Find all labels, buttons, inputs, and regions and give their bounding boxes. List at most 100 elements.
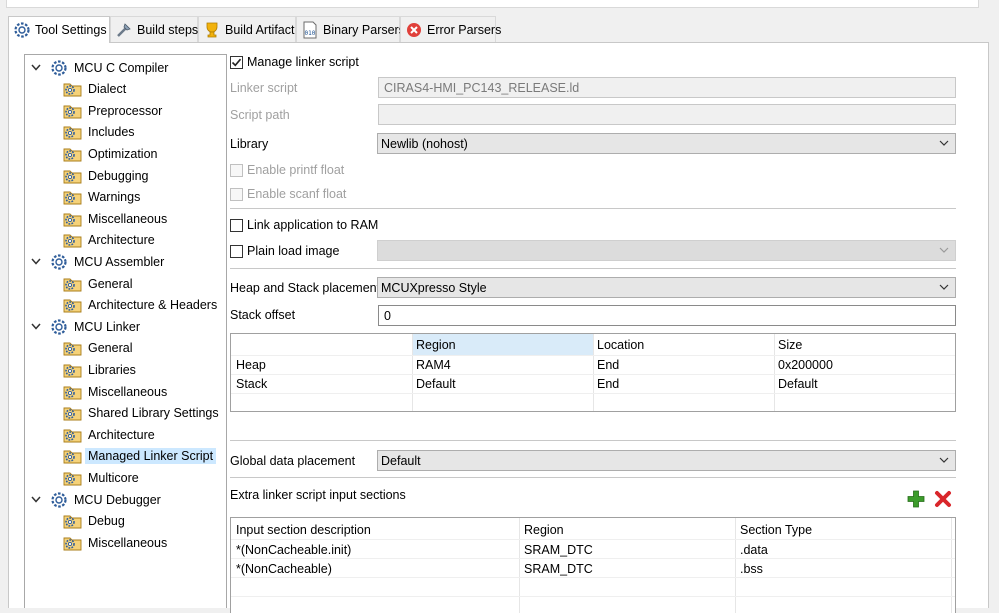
table-header-section-type[interactable]: Section Type [740,523,812,537]
manage-linker-script-checkbox[interactable]: Manage linker script [230,55,359,70]
script-path-field[interactable] [378,104,956,125]
build-steps-icon [115,20,133,40]
tree-node-mcu-linker[interactable]: MCU Linker [29,316,143,337]
settings-folder-icon [63,166,83,186]
tree-node-label: MCU Assembler [74,254,165,269]
table-header-region[interactable]: Region [524,523,564,537]
table-cell[interactable]: *(NonCacheable) [236,562,332,576]
settings-folder-icon [63,533,83,553]
gear-icon [49,252,69,272]
table-cell[interactable]: Default [778,377,818,391]
tab-error-parsers[interactable]: Error Parsers [400,16,501,42]
divider [230,208,956,209]
settings-folder-icon [63,274,83,294]
chevron-down-icon[interactable] [29,493,43,507]
library-select[interactable]: Newlib (nohost) [377,133,956,154]
table-cell[interactable]: 0x200000 [778,358,833,372]
checkbox-icon [230,245,243,259]
tool-settings-icon [13,20,31,40]
tree-node-label: MCU Debugger [74,492,161,507]
table-cell[interactable]: SRAM_DTC [524,543,593,557]
enable-printf-float-checkbox[interactable]: Enable printf float [230,163,344,178]
plain-load-image-label: Plain load image [247,244,340,258]
table-cell: Stack [236,377,268,391]
chevron-down-icon [939,245,949,255]
stack-offset-value: 0 [384,308,391,323]
tree-item-multicore[interactable]: Multicore [63,467,142,488]
tree-item-label: General [88,341,133,356]
tree-item-miscellaneous[interactable]: Miscellaneous [63,532,170,553]
settings-folder-icon [63,230,83,250]
table-header-input-section[interactable]: Input section description [236,523,371,537]
tree-item-architecture[interactable]: Architecture [63,424,158,445]
tree-node-mcu-c-compiler[interactable]: MCU C Compiler [29,57,171,78]
settings-folder-icon [63,338,83,358]
table-cell[interactable]: SRAM_DTC [524,562,593,576]
tree-item-libraries[interactable]: Libraries [63,359,139,380]
table-cell[interactable]: End [597,377,619,391]
settings-folder-icon [63,187,83,207]
global-data-placement-select[interactable]: Default [377,450,956,471]
stack-offset-input[interactable]: 0 [378,305,956,326]
tree-item-preprocessor[interactable]: Preprocessor [63,100,165,121]
gear-icon [49,58,69,78]
tab-binary-parsers[interactable]: 010 Binary Parsers [296,16,405,42]
tree-item-label: Debug [88,514,125,529]
tree-item-debug[interactable]: Debug [63,511,128,532]
plain-load-image-checkbox[interactable]: Plain load image [230,244,340,259]
heap-stack-placement-select[interactable]: MCUXpresso Style [377,277,956,298]
tree-item-shared-library-settings[interactable]: Shared Library Settings [63,403,222,424]
tab-build-artifact[interactable]: Build Artifact [198,16,296,42]
table-cell[interactable]: Default [416,377,456,391]
tree-item-general[interactable]: General [63,338,135,359]
tree-item-warnings[interactable]: Warnings [63,187,143,208]
tree-item-general[interactable]: General [63,273,135,294]
extra-sections-table[interactable]: Input section description Region Section… [230,517,956,613]
table-header-size[interactable]: Size [778,338,802,352]
link-to-ram-checkbox[interactable]: Link application to RAM [230,218,378,233]
tree-item-miscellaneous[interactable]: Miscellaneous [63,381,170,402]
add-section-button[interactable] [906,489,926,509]
tree-item-miscellaneous[interactable]: Miscellaneous [63,208,170,229]
tree-item-label: Miscellaneous [88,384,168,399]
tree-item-label: Warnings [88,190,141,205]
library-label: Library [230,137,269,151]
settings-folder-icon [63,468,83,488]
chevron-down-icon [939,455,949,465]
plain-load-image-select[interactable] [377,240,956,261]
heap-stack-placement-value: MCUXpresso Style [381,280,487,295]
build-artifact-icon [203,20,221,40]
chevron-down-icon[interactable] [29,320,43,334]
tab-build-steps[interactable]: Build steps [110,16,198,42]
tree-item-architecture[interactable]: Architecture [63,230,158,251]
tab-tool-settings[interactable]: Tool Settings [8,16,110,43]
tree-item-managed-linker-script[interactable]: Managed Linker Script [63,446,217,467]
tree-item-dialect[interactable]: Dialect [63,79,129,100]
tree-item-architecture-headers[interactable]: Architecture & Headers [63,295,220,316]
tree-item-debugging[interactable]: Debugging [63,165,151,186]
settings-folder-icon [63,446,83,466]
settings-folder-icon [63,382,83,402]
tree-item-label: General [88,276,133,291]
table-cell[interactable]: .data [740,543,768,557]
settings-folder-icon [63,295,83,315]
tree-item-optimization[interactable]: Optimization [63,143,160,164]
settings-folder-icon [63,403,83,423]
enable-scanf-float-checkbox[interactable]: Enable scanf float [230,187,346,202]
table-header-location[interactable]: Location [597,338,644,352]
table-cell[interactable]: .bss [740,562,763,576]
tree-node-mcu-assembler[interactable]: MCU Assembler [29,251,167,272]
remove-section-button[interactable] [933,489,953,509]
table-cell[interactable]: End [597,358,619,372]
table-cell[interactable]: RAM4 [416,358,451,372]
tree-item-includes[interactable]: Includes [63,122,138,143]
tree-item-label: Miscellaneous [88,535,168,550]
table-header-region[interactable]: Region [416,338,456,352]
settings-folder-icon [63,425,83,445]
tree-node-mcu-debugger[interactable]: MCU Debugger [29,489,164,510]
chevron-down-icon[interactable] [29,255,43,269]
linker-script-field[interactable]: CIRAS4-HMI_PC143_RELEASE.ld [378,77,956,98]
heap-stack-table[interactable]: Region Location Size Heap RAM4 End 0x200… [230,333,956,412]
table-cell[interactable]: *(NonCacheable.init) [236,543,351,557]
chevron-down-icon[interactable] [29,61,43,75]
